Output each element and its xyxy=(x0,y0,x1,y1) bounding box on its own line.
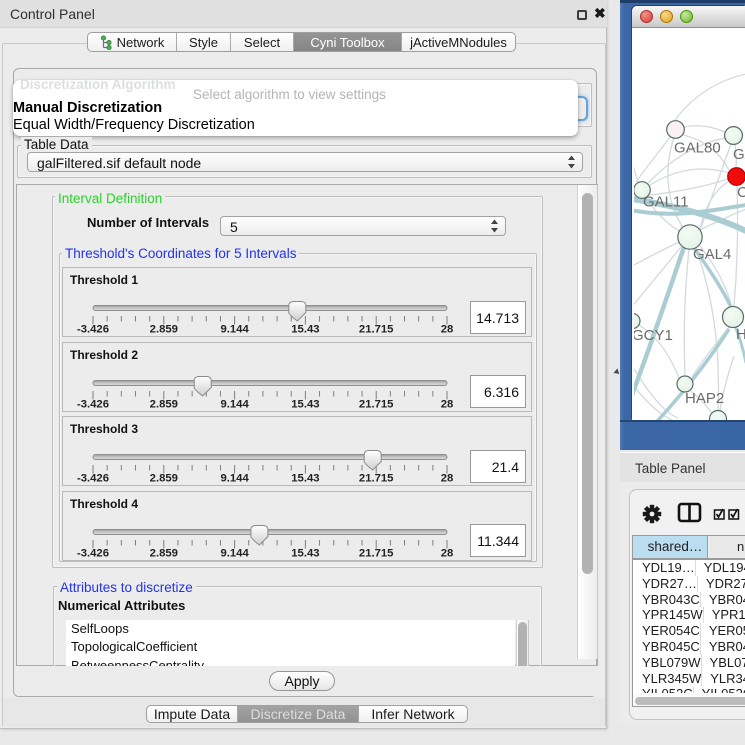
svg-text:21.715: 21.715 xyxy=(359,547,394,559)
svg-text:15.43: 15.43 xyxy=(291,398,319,410)
svg-text:28: 28 xyxy=(441,398,454,410)
svg-text:GAL2: GAL2 xyxy=(733,146,745,163)
svg-text:15.43: 15.43 xyxy=(291,547,319,559)
svg-text:Threshold 4: Threshold 4 xyxy=(70,497,138,511)
svg-text:15.43: 15.43 xyxy=(291,473,319,485)
svg-text:9.144: 9.144 xyxy=(220,547,249,559)
svg-text:2.859: 2.859 xyxy=(150,398,178,410)
svg-text:2.859: 2.859 xyxy=(150,324,178,336)
svg-text:GAL11: GAL11 xyxy=(643,194,689,211)
svg-text:-3.426: -3.426 xyxy=(77,398,109,410)
svg-text:GAL4: GAL4 xyxy=(693,246,731,263)
svg-text:-3.426: -3.426 xyxy=(77,547,109,559)
svg-text:9.144: 9.144 xyxy=(220,473,249,485)
svg-text:28: 28 xyxy=(441,324,454,336)
svg-text:-3.426: -3.426 xyxy=(77,473,109,485)
svg-text:GCY1: GCY1 xyxy=(634,327,673,344)
svg-text:21.715: 21.715 xyxy=(359,398,394,410)
svg-text:Threshold 1: Threshold 1 xyxy=(70,273,138,287)
svg-text:Threshold 3: Threshold 3 xyxy=(70,422,138,436)
svg-text:9.144: 9.144 xyxy=(220,398,249,410)
svg-text:28: 28 xyxy=(441,547,454,559)
svg-text:GAL80: GAL80 xyxy=(674,140,721,157)
svg-text:Threshold 2: Threshold 2 xyxy=(70,348,138,362)
svg-text:2.859: 2.859 xyxy=(150,547,178,559)
svg-text:HAP2: HAP2 xyxy=(685,390,724,407)
svg-text:9.144: 9.144 xyxy=(220,324,249,336)
svg-text:21.715: 21.715 xyxy=(359,324,394,336)
svg-text:-3.426: -3.426 xyxy=(77,324,109,336)
svg-text:28: 28 xyxy=(441,473,454,485)
svg-text:HIS7: HIS7 xyxy=(736,326,745,343)
svg-text:21.715: 21.715 xyxy=(359,473,394,485)
svg-text:CYC8: CYC8 xyxy=(737,184,745,201)
svg-text:15.43: 15.43 xyxy=(291,324,319,336)
svg-text:2.859: 2.859 xyxy=(150,473,178,485)
